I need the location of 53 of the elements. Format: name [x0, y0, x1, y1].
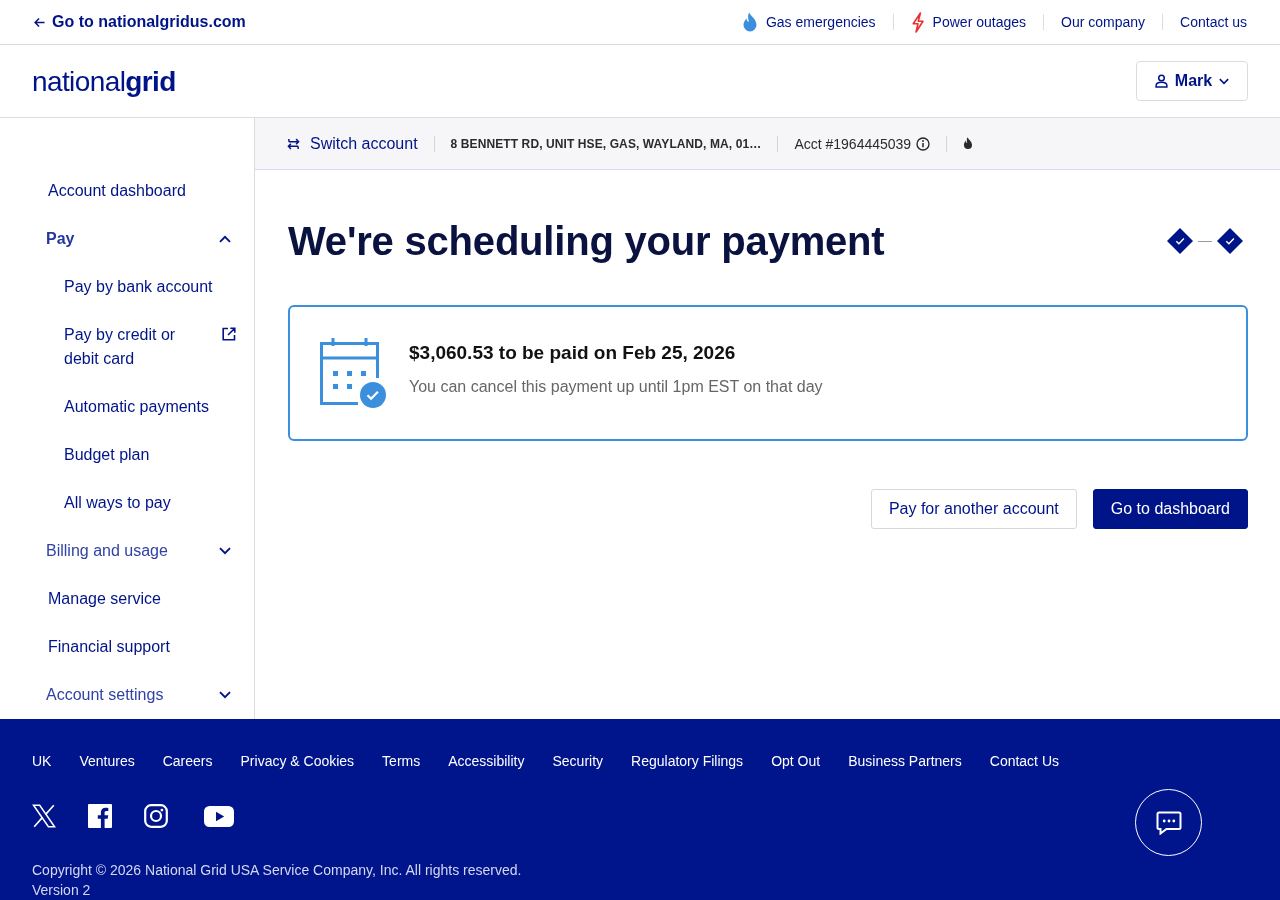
calendar-check-icon	[320, 337, 387, 409]
utility-link[interactable]: Our company	[1061, 12, 1146, 32]
footer-link[interactable]: Privacy & Cookies	[240, 751, 355, 771]
sidebar-link[interactable]: Automatic payments	[64, 395, 209, 419]
facebook-icon[interactable]	[88, 804, 112, 828]
footer-link[interactable]: Contact Us	[989, 751, 1059, 771]
dashboard-button[interactable]: Go to dashboard	[1092, 489, 1248, 529]
info-icon	[916, 136, 931, 151]
footer-link[interactable]: UK	[32, 751, 52, 771]
logo[interactable]: nationalgrid	[32, 66, 176, 98]
sidebar-link[interactable]: Pay by bank account	[64, 275, 213, 299]
sidebar-group-button[interactable]: Pay	[46, 227, 231, 251]
sidebar-link[interactable]: Pay by credit or debit card	[64, 323, 204, 371]
cancel-note: You can cancel this payment up until 1pm EST on that day	[409, 376, 823, 397]
version-text: Version 2	[32, 881, 91, 900]
step-connector	[1198, 240, 1212, 242]
account-number: Acct #1964445039	[794, 135, 912, 152]
switch-account-button[interactable]: Switch account	[287, 133, 418, 154]
service-address: 8 BENNETT RD, UNIT HSE, GAS, WAYLAND, MA, 01…	[450, 136, 762, 151]
sidebar-group-button[interactable]: Account settings	[46, 683, 231, 707]
footer-link[interactable]: Business Partners	[848, 751, 962, 771]
flame-icon	[963, 137, 974, 150]
sidebar-link[interactable]: Budget plan	[64, 443, 150, 467]
sidebar-link[interactable]: Manage service	[48, 587, 161, 611]
x-icon[interactable]	[32, 804, 56, 828]
copyright-text: Copyright © 2026 National Grid USA Service Company, Inc. All rights reserved.	[32, 861, 522, 880]
footer-link[interactable]: Opt Out	[771, 751, 821, 771]
instagram-icon[interactable]	[144, 804, 168, 828]
lightning-bolt-icon	[910, 11, 925, 33]
footer-link[interactable]: Careers	[162, 751, 213, 771]
flame-icon	[741, 11, 758, 33]
payment-summary: $3,060.53 to be paid on Feb 25, 2026	[409, 340, 736, 365]
another-account-button[interactable]: Pay for another account	[870, 489, 1077, 529]
youtube-icon[interactable]	[204, 805, 234, 827]
back-link[interactable]: Go to nationalgridus.com	[34, 12, 246, 32]
person-icon	[1154, 74, 1168, 88]
sidebar-link[interactable]: Account dashboard	[48, 179, 186, 203]
arrow-left-icon	[34, 16, 45, 28]
footer-link[interactable]: Security	[552, 751, 604, 771]
footer-link[interactable]: Regulatory Filings	[631, 751, 744, 771]
utility-link[interactable]: Gas emergencies	[741, 11, 876, 33]
footer-link[interactable]: Terms	[382, 751, 421, 771]
utility-link[interactable]: Power outages	[910, 11, 1026, 33]
chat-icon	[1155, 810, 1182, 835]
footer-link[interactable]: Ventures	[79, 751, 135, 771]
sidebar-group-button[interactable]: Billing and usage	[46, 539, 231, 563]
footer-link[interactable]: Accessibility	[448, 751, 525, 771]
swap-arrows-icon	[287, 137, 300, 150]
sidebar-link[interactable]: All ways to pay	[64, 491, 171, 515]
user-menu-button[interactable]: Mark	[1136, 61, 1248, 101]
page-title: We're scheduling your payment	[288, 218, 885, 265]
sidebar-link[interactable]: Financial support	[48, 635, 170, 659]
utility-link[interactable]: Contact us	[1180, 12, 1247, 32]
